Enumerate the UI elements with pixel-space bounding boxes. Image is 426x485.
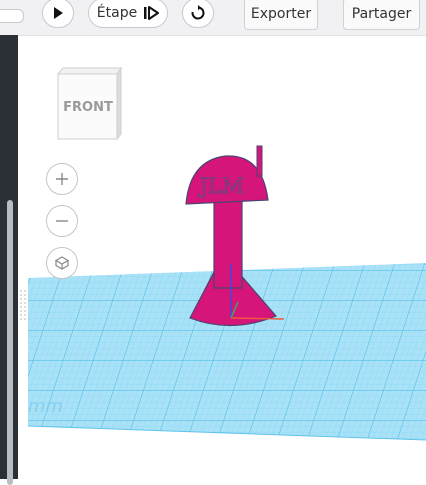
minus-icon — [56, 220, 68, 222]
plus-icon — [56, 173, 68, 185]
3d-viewport[interactable]: mm JLM FRONT — [0, 0, 426, 479]
zoom-out-button[interactable] — [46, 205, 78, 237]
viewcube-label: FRONT — [63, 100, 113, 115]
home-view-icon — [54, 256, 70, 270]
zoom-in-button[interactable] — [46, 163, 78, 195]
home-view-button[interactable] — [46, 247, 78, 279]
svg-text:mm: mm — [28, 396, 63, 417]
model-text: JLM — [198, 174, 244, 198]
